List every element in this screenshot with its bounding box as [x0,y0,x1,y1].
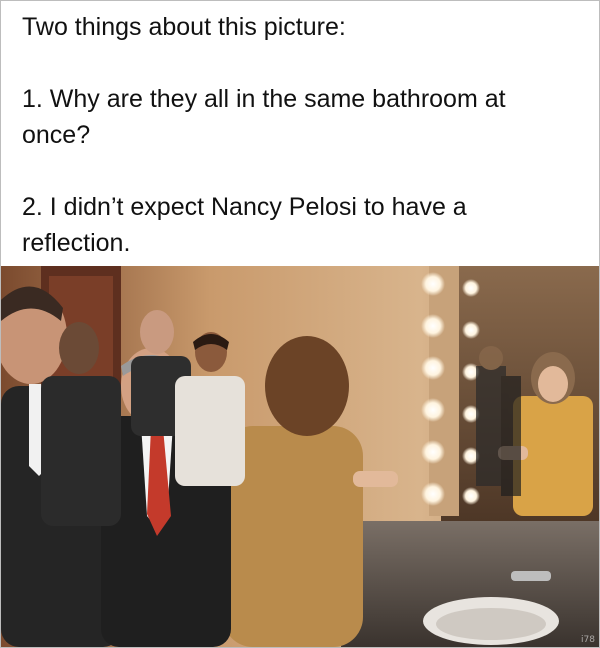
meme-card: Two things about this picture: 1. Why ar… [0,0,600,648]
caption-point-2-line-1: 2. I didn’t expect Nancy Pelosi to have … [22,193,467,221]
caption-text: Two things about this picture: 1. Why ar… [22,9,582,261]
caption-point-1-line-1: 1. Why are they all in the same bathroom… [22,85,506,113]
watermark-text: i78 [581,635,595,645]
caption-point-2-line-2: reflection. [22,229,131,257]
caption-heading: Two things about this picture: [22,13,346,41]
caption-point-1-line-2: once? [22,121,91,149]
faucet [511,571,551,581]
photo: i78 [1,266,599,647]
photo-illustration [1,266,599,647]
mirror-light-bar [429,266,459,516]
